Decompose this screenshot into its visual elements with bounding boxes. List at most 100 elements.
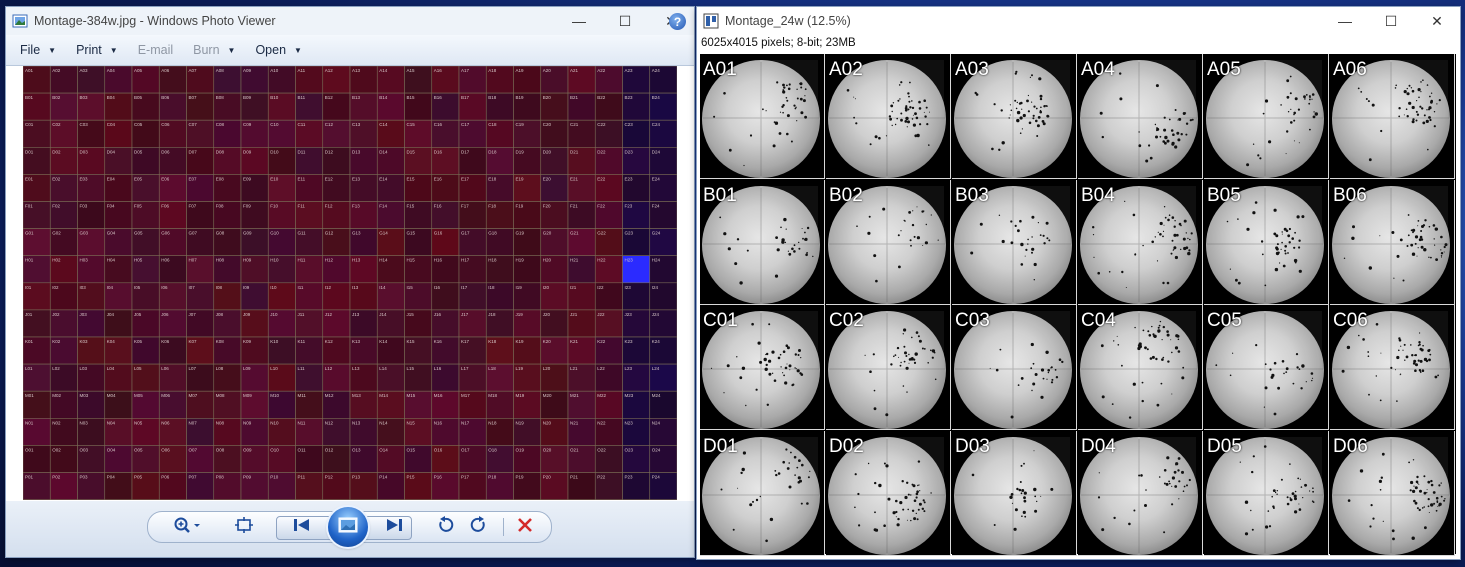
menu-print[interactable]: Print ▼ xyxy=(66,35,128,65)
well-label: L17 xyxy=(461,366,469,371)
minimize-button[interactable]: — xyxy=(556,7,602,35)
well-label: L18 xyxy=(488,366,496,371)
well-tile[interactable]: C03 xyxy=(952,305,1077,430)
well-label: A05 xyxy=(134,68,143,73)
well-label: A04 xyxy=(1081,59,1115,80)
previous-button[interactable] xyxy=(284,512,320,542)
well-label: C12 xyxy=(325,122,334,127)
well-label: O04 xyxy=(107,447,116,452)
well-label: A09 xyxy=(243,68,252,73)
rotate-clockwise-button[interactable] xyxy=(464,512,494,542)
well-tile[interactable]: C04 xyxy=(1078,305,1203,430)
close-button[interactable]: ✕ xyxy=(1414,7,1460,35)
well-label: E09 xyxy=(243,176,252,181)
well-label: N10 xyxy=(270,420,279,425)
well-tile[interactable]: D04 xyxy=(1078,430,1203,556)
well-label: D16 xyxy=(434,149,443,154)
viewer-toolbar xyxy=(6,501,694,557)
well-label: I08 xyxy=(216,285,223,290)
well-label: J13 xyxy=(352,312,360,317)
well-tile[interactable]: B02 xyxy=(826,179,951,305)
slideshow-button[interactable] xyxy=(328,507,368,547)
actual-size-button[interactable] xyxy=(226,512,262,542)
well-label: D09 xyxy=(243,149,252,154)
menu-burn[interactable]: Burn ▼ xyxy=(183,35,245,65)
well-tile[interactable]: B04 xyxy=(1078,179,1203,305)
well-tile[interactable]: A03 xyxy=(952,54,1077,179)
well-label: C05 xyxy=(134,122,143,127)
well-label: D22 xyxy=(597,149,606,154)
rotate-counterclockwise-button[interactable] xyxy=(430,512,460,542)
menu-label: Burn xyxy=(193,43,220,57)
well-label: N16 xyxy=(434,420,443,425)
well-label: H24 xyxy=(652,258,661,263)
well-label: J06 xyxy=(161,312,169,317)
imagej-titlebar[interactable]: Montage_24w (12.5%) — ☐ ✕ xyxy=(697,7,1460,35)
well-label: B10 xyxy=(270,95,279,100)
well-tile[interactable]: A05 xyxy=(1204,54,1329,179)
well-label: F24 xyxy=(652,204,660,209)
well-label: B23 xyxy=(625,95,634,100)
photo-viewer-titlebar[interactable]: Montage-384w.jpg - Windows Photo Viewer … xyxy=(6,7,694,35)
well-tile[interactable]: A02 xyxy=(826,54,951,179)
menu-file[interactable]: File ▼ xyxy=(6,35,66,65)
well-label: B22 xyxy=(597,95,606,100)
well-label: J17 xyxy=(461,312,469,317)
well-label: I15 xyxy=(407,285,414,290)
well-tile[interactable]: B05 xyxy=(1204,179,1329,305)
well-label: J16 xyxy=(434,312,442,317)
well-tile[interactable]: D06 xyxy=(1330,430,1455,556)
well-label: M01 xyxy=(25,393,34,398)
well-tile[interactable]: B06 xyxy=(1330,179,1455,305)
well-label: A24 xyxy=(652,68,661,73)
delete-icon xyxy=(517,517,533,538)
maximize-button[interactable]: ☐ xyxy=(1368,7,1414,35)
well-tile[interactable]: C06 xyxy=(1330,305,1455,430)
menu-open[interactable]: Open ▼ xyxy=(245,35,312,65)
well-tile[interactable]: B03 xyxy=(952,179,1077,305)
well-label: K03 xyxy=(80,339,89,344)
well-label: D21 xyxy=(570,149,579,154)
well-label: C22 xyxy=(597,122,606,127)
well-label: B03 xyxy=(955,184,989,206)
delete-button[interactable] xyxy=(510,512,540,542)
well-label: P12 xyxy=(325,475,334,480)
well-label: N20 xyxy=(543,420,552,425)
well-tile[interactable]: A06 xyxy=(1330,54,1455,179)
well-tile[interactable]: C05 xyxy=(1204,305,1329,430)
well-label: B06 xyxy=(161,95,170,100)
well-label: M13 xyxy=(352,393,361,398)
menu-email[interactable]: E-mail xyxy=(128,35,183,65)
well-label: P22 xyxy=(597,475,606,480)
montage-24-canvas[interactable]: A01 A02 A03 A04 A05 A06 B01 B02 B03 B04 B05 B06 C01 C… xyxy=(700,54,1456,556)
well-tile[interactable]: D01 xyxy=(700,430,825,556)
well-tile[interactable]: D03 xyxy=(952,430,1077,556)
next-button[interactable] xyxy=(376,512,412,542)
well-tile[interactable]: A04 xyxy=(1078,54,1203,179)
well-label: C19 xyxy=(516,122,525,127)
chevron-down-icon: ▼ xyxy=(109,45,118,55)
well-label: G18 xyxy=(488,231,497,236)
well-tile[interactable]: B01 xyxy=(700,179,825,305)
well-label: C03 xyxy=(955,310,990,331)
well-tile[interactable]: D02 xyxy=(826,430,951,556)
well-label: B04 xyxy=(1081,184,1115,206)
well-label: D06 xyxy=(161,149,170,154)
well-label: I01 xyxy=(25,285,32,290)
well-label: D07 xyxy=(189,149,198,154)
well-label: H15 xyxy=(407,258,416,263)
well-tile[interactable]: A01 xyxy=(700,54,825,179)
minimize-button[interactable]: — xyxy=(1322,7,1368,35)
well-tile[interactable]: C02 xyxy=(826,305,951,430)
well-label: E15 xyxy=(407,176,416,181)
well-tile[interactable]: D05 xyxy=(1204,430,1329,556)
well-label: C24 xyxy=(652,122,661,127)
well-label: K02 xyxy=(52,339,61,344)
well-tile[interactable]: C01 xyxy=(700,305,825,430)
zoom-button[interactable] xyxy=(168,512,206,542)
well-label: G01 xyxy=(25,231,34,236)
well-label: L22 xyxy=(597,366,605,371)
well-label: C06 xyxy=(161,122,170,127)
help-icon[interactable]: ? xyxy=(669,13,686,30)
maximize-button[interactable]: ☐ xyxy=(602,7,648,35)
